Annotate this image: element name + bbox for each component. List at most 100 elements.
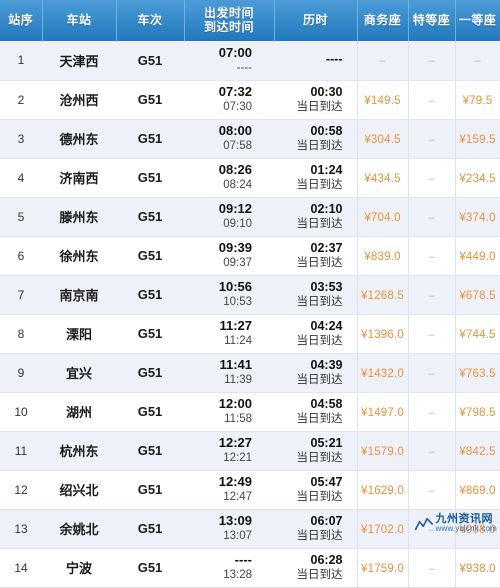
cell-station[interactable]: 杭州东	[42, 431, 116, 471]
cell-business-seat-value: ¥1759.0	[361, 562, 404, 575]
cell-duration-value: ----	[325, 52, 343, 67]
cell-special-seat: –	[408, 431, 456, 471]
cell-special-seat: –	[408, 80, 456, 120]
cell-duration: 04:24 当日到达	[274, 314, 358, 354]
table-row[interactable]: 13 余姚北 G51 13:09 13:07 06:07 当日到达 ¥1702.…	[0, 509, 500, 549]
cell-arrive-time: 07:58	[223, 140, 252, 153]
cell-depart-time: ----	[234, 552, 252, 568]
column-header-train-number[interactable]: 车次	[116, 0, 185, 41]
cell-business-seat-value: ¥1432.0	[361, 367, 404, 380]
table-row[interactable]: 2 沧州西 G51 07:32 07:30 00:30 当日到达 ¥149.5 …	[0, 80, 500, 120]
cell-arrive-time: 10:53	[223, 296, 252, 309]
table-row[interactable]: 3 德州东 G51 08:00 07:58 00:58 当日到达 ¥304.5 …	[0, 119, 500, 159]
cell-station[interactable]: 滕州东	[42, 197, 116, 237]
cell-duration-value: 05:21	[310, 435, 343, 450]
table-header-row: 站序 车站 车次 出发时间 到达时间 历时 商务座 特等座 一等座 二等座	[0, 0, 500, 41]
cell-times: 12:27 12:21	[184, 431, 274, 471]
cell-train-number[interactable]: G51	[116, 470, 184, 510]
cell-business-seat: ¥1759.0	[357, 548, 409, 588]
cell-station[interactable]: 余姚北	[42, 509, 116, 549]
column-header-times[interactable]: 出发时间 到达时间	[184, 0, 275, 41]
cell-arrive-day: 当日到达	[296, 335, 343, 348]
cell-first-class-seat-value: ¥744.5	[459, 328, 496, 341]
column-header-first-class-seat[interactable]: 一等座	[455, 0, 500, 41]
cell-train-number[interactable]: G51	[116, 119, 184, 159]
table-row[interactable]: 8 溧阳 G51 11:27 11:24 04:24 当日到达 ¥1396.0 …	[0, 314, 500, 354]
cell-first-class-seat: ¥234.5	[455, 158, 500, 198]
table-row[interactable]: 9 宜兴 G51 11:41 11:39 04:39 当日到达 ¥1432.0 …	[0, 353, 500, 393]
cell-arrive-time: 12:21	[223, 452, 252, 465]
table-row[interactable]: 11 杭州东 G51 12:27 12:21 05:21 当日到达 ¥1579.…	[0, 431, 500, 471]
cell-station[interactable]: 溧阳	[42, 314, 116, 354]
cell-business-seat: ¥1629.0	[357, 470, 409, 510]
cell-train-number[interactable]: G51	[116, 275, 184, 315]
cell-station[interactable]: 宁波	[42, 548, 116, 588]
cell-business-seat-value: ¥704.0	[364, 211, 401, 224]
cell-arrive-day: 当日到达	[296, 101, 343, 114]
cell-special-seat: –	[408, 119, 456, 159]
column-header-special-seat[interactable]: 特等座	[408, 0, 456, 41]
table-row[interactable]: 4 济南西 G51 08:26 08:24 01:24 当日到达 ¥434.5 …	[0, 158, 500, 198]
cell-first-class-seat: –	[455, 41, 500, 81]
cell-special-seat: –	[408, 509, 456, 549]
cell-train-number[interactable]: G51	[116, 548, 184, 588]
table-row[interactable]: 12 绍兴北 G51 12:49 12:47 05:47 当日到达 ¥1629.…	[0, 470, 500, 510]
cell-arrive-day: 当日到达	[296, 413, 343, 426]
cell-train-number[interactable]: G51	[116, 392, 184, 432]
cell-train-number[interactable]: G51	[116, 353, 184, 393]
cell-special-seat: –	[408, 158, 456, 198]
cell-station[interactable]: 德州东	[42, 119, 116, 159]
cell-first-class-seat-value: ¥159.5	[459, 133, 496, 146]
cell-times: 13:09 13:07	[184, 509, 274, 549]
cell-station[interactable]: 宜兴	[42, 353, 116, 393]
cell-train-number[interactable]: G51	[116, 509, 184, 549]
cell-train-number[interactable]: G51	[116, 80, 184, 120]
table-row[interactable]: 1 天津西 G51 07:00 ---- ---- – – – –	[0, 41, 500, 81]
cell-index: 13	[0, 509, 42, 549]
column-header-index[interactable]: 站序	[0, 0, 43, 41]
cell-business-seat: ¥1702.0	[357, 509, 409, 549]
table-body: 1 天津西 G51 07:00 ---- ---- – – – – 2 沧	[0, 41, 500, 588]
cell-train-number[interactable]: G51	[116, 158, 184, 198]
cell-train-number[interactable]: G51	[116, 41, 184, 81]
cell-depart-time: 12:27	[218, 435, 252, 451]
cell-business-seat-value: ¥1702.0	[361, 523, 404, 536]
cell-index: 8	[0, 314, 42, 354]
column-header-duration[interactable]: 历时	[274, 0, 358, 41]
cell-duration: 03:53 当日到达	[274, 275, 358, 315]
cell-times: 09:39 09:37	[184, 236, 274, 276]
cell-duration-value: 00:30	[310, 84, 343, 99]
cell-station[interactable]: 南京南	[42, 275, 116, 315]
cell-station[interactable]: 济南西	[42, 158, 116, 198]
cell-station[interactable]: 徐州东	[42, 236, 116, 276]
cell-depart-time: 12:00	[218, 396, 252, 412]
cell-first-class-seat-value: –	[474, 55, 481, 68]
cell-station[interactable]: 沧州西	[42, 80, 116, 120]
cell-train-number[interactable]: G51	[116, 431, 184, 471]
cell-special-seat-value: –	[428, 55, 435, 68]
cell-times: 08:00 07:58	[184, 119, 274, 159]
column-header-station[interactable]: 车站	[42, 0, 117, 41]
cell-duration: 04:39 当日到达	[274, 353, 358, 393]
table-row[interactable]: 10 湖州 G51 12:00 11:58 04:58 当日到达 ¥1497.0…	[0, 392, 500, 432]
cell-special-seat-value: –	[428, 172, 435, 185]
cell-business-seat-value: ¥304.5	[364, 133, 401, 146]
cell-first-class-seat: ¥938.0	[455, 548, 500, 588]
cell-train-number[interactable]: G51	[116, 236, 184, 276]
cell-station[interactable]: 天津西	[42, 41, 116, 81]
cell-train-number[interactable]: G51	[116, 314, 184, 354]
cell-business-seat-value: ¥1268.5	[361, 289, 404, 302]
cell-duration-value: 04:58	[310, 396, 343, 411]
cell-business-seat: –	[357, 41, 409, 81]
cell-station[interactable]: 绍兴北	[42, 470, 116, 510]
cell-business-seat: ¥1396.0	[357, 314, 409, 354]
cell-business-seat: ¥304.5	[357, 119, 409, 159]
table-row[interactable]: 5 滕州东 G51 09:12 09:10 02:10 当日到达 ¥704.0 …	[0, 197, 500, 237]
table-row[interactable]: 6 徐州东 G51 09:39 09:37 02:37 当日到达 ¥839.0 …	[0, 236, 500, 276]
column-header-business-seat[interactable]: 商务座	[357, 0, 409, 41]
cell-station[interactable]: 湖州	[42, 392, 116, 432]
cell-train-number[interactable]: G51	[116, 197, 184, 237]
table-row[interactable]: 7 南京南 G51 10:56 10:53 03:53 当日到达 ¥1268.5…	[0, 275, 500, 315]
cell-first-class-seat: ¥763.5	[455, 353, 500, 393]
table-row[interactable]: 14 宁波 G51 ---- 13:28 06:28 当日到达 ¥1759.0 …	[0, 548, 500, 588]
